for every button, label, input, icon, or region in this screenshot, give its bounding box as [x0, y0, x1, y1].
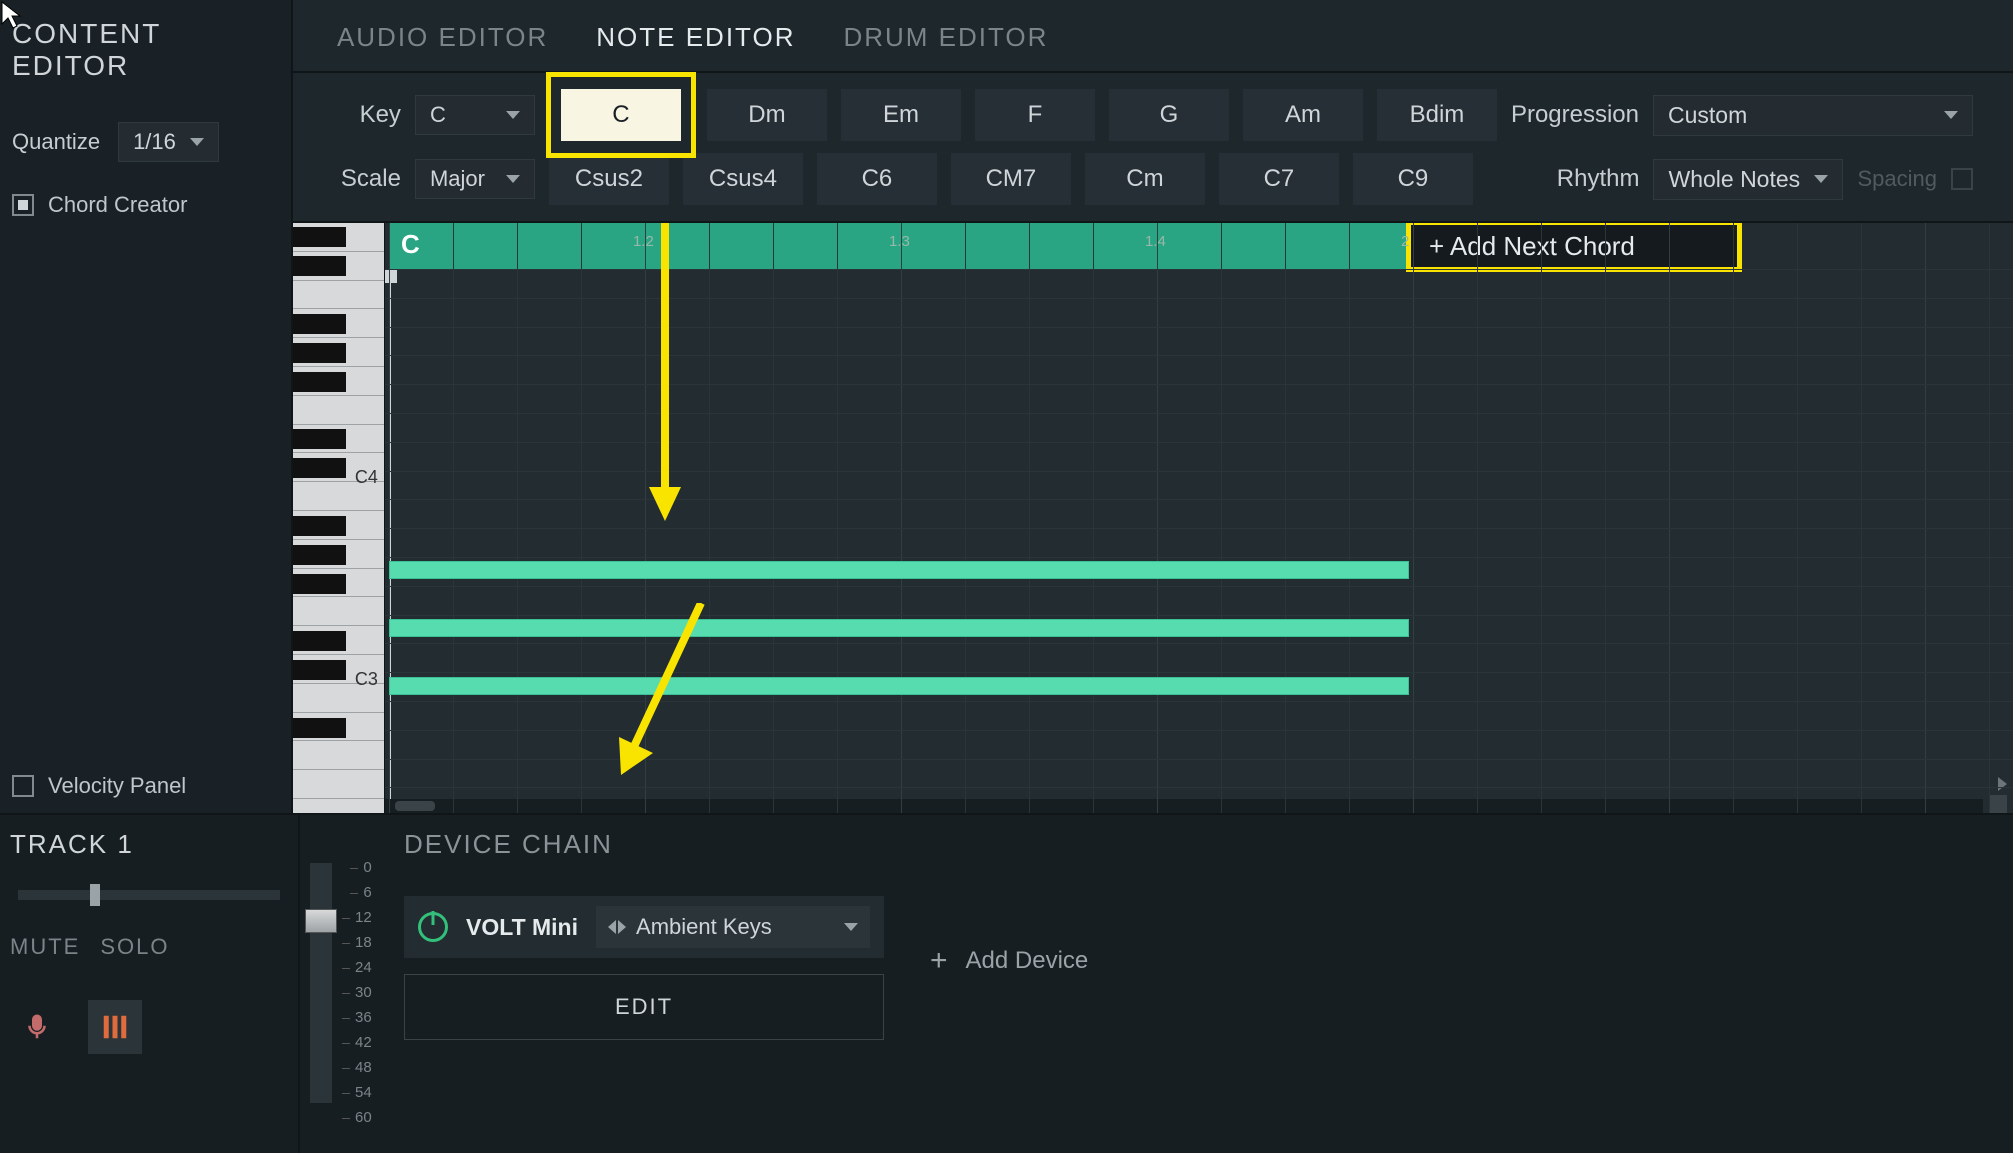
chevron-down-icon: [1944, 111, 1958, 119]
chord-button-g[interactable]: G: [1109, 89, 1229, 141]
rhythm-value: Whole Notes: [1668, 166, 1800, 193]
chord-button-c9[interactable]: C9: [1353, 153, 1473, 205]
horizontal-scrollbar[interactable]: [385, 799, 1983, 813]
device-edit-button[interactable]: EDIT: [404, 974, 884, 1040]
editor-tabs: AUDIO EDITOR NOTE EDITOR DRUM EDITOR: [293, 0, 2013, 73]
mouse-cursor-icon: [0, 0, 24, 30]
power-icon[interactable]: [418, 912, 448, 942]
chord-button-c7[interactable]: C7: [1219, 153, 1339, 205]
chevron-down-icon: [506, 111, 520, 119]
chord-button-am[interactable]: Am: [1243, 89, 1363, 141]
rhythm-select[interactable]: Whole Notes: [1653, 159, 1843, 200]
chord-creator-bar: Key C C Dm Em FG Am Bdim Progression Custom: [293, 73, 2013, 223]
chord-button-dm[interactable]: Dm: [707, 89, 827, 141]
key-value: C: [430, 102, 446, 128]
quantize-select[interactable]: 1/16: [118, 122, 219, 162]
velocity-panel-toggle[interactable]: Velocity Panel: [12, 773, 186, 799]
spacing-label: Spacing: [1857, 166, 1937, 192]
record-arm-icon[interactable]: [10, 1000, 64, 1054]
preset-name: Ambient Keys: [636, 914, 772, 940]
chord-button-bdim[interactable]: Bdim: [1377, 89, 1497, 141]
chevron-down-icon: [844, 923, 858, 931]
midi-note[interactable]: [389, 619, 1409, 637]
checkbox-on-icon: [12, 194, 34, 216]
key-label: Key: [333, 101, 401, 129]
spacing-checkbox[interactable]: [1951, 168, 1973, 190]
add-device-button[interactable]: + Add Device: [930, 944, 1088, 978]
chord-button-c[interactable]: C: [561, 89, 681, 141]
quantize-label: Quantize: [12, 129, 100, 155]
progression-select[interactable]: Custom: [1653, 95, 1973, 136]
tab-note-editor[interactable]: NOTE EDITOR: [592, 14, 799, 61]
add-next-chord-button[interactable]: + Add Next Chord: [1409, 223, 1739, 269]
scrollbar-thumb[interactable]: [395, 801, 435, 811]
preset-selector[interactable]: Ambient Keys: [596, 906, 870, 948]
midi-note[interactable]: [389, 677, 1409, 695]
checkbox-off-icon: [12, 775, 34, 797]
device-slot-volt-mini: VOLT Mini Ambient Keys EDIT: [404, 896, 884, 1040]
pan-slider[interactable]: [18, 890, 280, 900]
progression-value: Custom: [1668, 102, 1747, 129]
chord-button-f[interactable]: F: [975, 89, 1095, 141]
track-title: TRACK 1: [10, 829, 288, 860]
velocity-panel-label: Velocity Panel: [48, 773, 186, 799]
chord-button-csus4[interactable]: Csus4: [683, 153, 803, 205]
chord-button-em[interactable]: Em: [841, 89, 961, 141]
scroll-right-icon[interactable]: [1998, 777, 2007, 791]
scroll-corner: [1989, 795, 2007, 813]
plus-icon: +: [930, 944, 948, 978]
highlight-selected-chord: C: [549, 75, 693, 155]
loop-marker[interactable]: [385, 269, 397, 283]
mute-button[interactable]: MUTE: [10, 934, 80, 960]
chevron-down-icon: [506, 175, 520, 183]
preset-prev-next-icon[interactable]: [608, 920, 626, 934]
tab-audio-editor[interactable]: AUDIO EDITOR: [333, 14, 552, 61]
scale-select[interactable]: Major: [415, 159, 535, 199]
solo-button[interactable]: SOLO: [100, 934, 169, 960]
chevron-down-icon: [190, 138, 204, 146]
midi-input-icon[interactable]: [88, 1000, 142, 1054]
scale-value: Major: [430, 166, 485, 192]
rhythm-label: Rhythm: [1557, 165, 1640, 193]
chord-button-c6[interactable]: C6: [817, 153, 937, 205]
chord-creator-label: Chord Creator: [48, 192, 187, 218]
tab-drum-editor[interactable]: DRUM EDITOR: [839, 14, 1052, 61]
content-editor-title: CONTENT EDITOR: [12, 18, 279, 82]
volume-meter: 06121824303642485460: [300, 815, 384, 1153]
track-panel: TRACK 1 MUTE SOLO: [0, 815, 300, 1153]
device-chain-panel: DEVICE CHAIN VOLT Mini Ambient Keys EDIT: [384, 815, 2013, 1153]
chord-button-cm7[interactable]: CM7: [951, 153, 1071, 205]
add-device-label: Add Device: [966, 947, 1089, 975]
chord-region-label: C: [401, 229, 420, 259]
midi-note[interactable]: [389, 561, 1409, 579]
chord-button-csus2[interactable]: Csus2: [549, 153, 669, 205]
chord-creator-toggle[interactable]: Chord Creator: [12, 192, 279, 218]
volume-fader[interactable]: [310, 863, 332, 1103]
edit-label: EDIT: [615, 994, 673, 1020]
chord-button-cm[interactable]: Cm: [1085, 153, 1205, 205]
quantize-value: 1/16: [133, 129, 176, 155]
db-scale: 06121824303642485460: [342, 855, 372, 1130]
progression-label: Progression: [1511, 101, 1639, 129]
device-name: VOLT Mini: [466, 914, 578, 941]
slider-thumb[interactable]: [90, 884, 100, 906]
scale-label: Scale: [333, 165, 401, 193]
device-chain-title: DEVICE CHAIN: [404, 829, 1993, 860]
chevron-down-icon: [1814, 175, 1828, 183]
content-editor-sidebar: CONTENT EDITOR Quantize 1/16 Chord Creat…: [0, 0, 293, 813]
key-select[interactable]: C: [415, 95, 535, 135]
fader-knob[interactable]: [305, 909, 337, 933]
piano-roll[interactable]: C4C3 C + Add Next Chord: [293, 223, 2013, 813]
piano-keys[interactable]: C4C3: [293, 223, 385, 813]
note-grid[interactable]: C + Add Next Chord: [385, 223, 2013, 813]
